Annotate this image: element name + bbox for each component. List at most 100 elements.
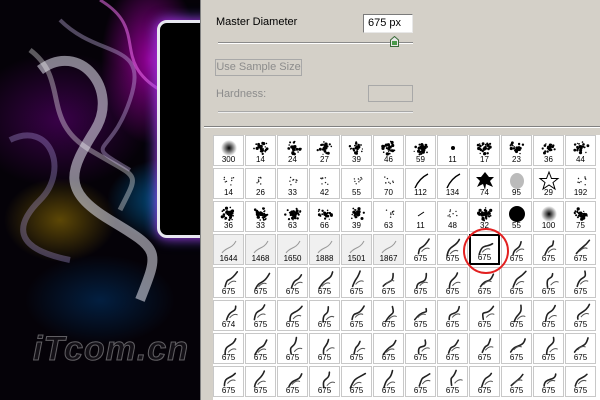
brush-preset-cell[interactable]: 17: [469, 135, 500, 166]
brush-size-label: 675: [285, 287, 300, 296]
brush-preset-cell[interactable]: 675: [341, 366, 372, 397]
brush-preset-cell[interactable]: 675: [245, 300, 276, 331]
brush-preset-cell[interactable]: 70: [373, 168, 404, 199]
brush-preset-cell[interactable]: 11: [437, 135, 468, 166]
brush-preset-cell[interactable]: 675: [469, 333, 500, 364]
brush-preset-cell[interactable]: 675: [565, 300, 596, 331]
brush-preset-cell[interactable]: 23: [501, 135, 532, 166]
brush-preset-cell[interactable]: 36: [533, 135, 564, 166]
brush-preset-cell[interactable]: 675: [373, 300, 404, 331]
brush-preset-cell[interactable]: 36: [213, 201, 244, 232]
brush-preset-cell[interactable]: 75: [565, 201, 596, 232]
brush-preset-cell[interactable]: 48: [437, 201, 468, 232]
brush-preset-cell[interactable]: 675: [437, 366, 468, 397]
hardness-input[interactable]: [368, 85, 413, 102]
brush-preset-cell[interactable]: 675: [501, 267, 532, 298]
brush-preset-cell[interactable]: 675: [309, 267, 340, 298]
brush-preset-cell[interactable]: 675: [469, 300, 500, 331]
brush-preset-cell[interactable]: 675: [245, 267, 276, 298]
brush-preset-cell[interactable]: 95: [501, 168, 532, 199]
brush-preset-cell[interactable]: 675: [405, 267, 436, 298]
brush-preset-cell[interactable]: 33: [245, 201, 276, 232]
brush-size-label: 1867: [379, 254, 398, 263]
brush-preset-cell[interactable]: 675: [565, 366, 596, 397]
brush-preset-cell[interactable]: 1867: [373, 234, 404, 265]
brush-preset-cell[interactable]: 675: [245, 333, 276, 364]
brush-preset-cell[interactable]: 675: [373, 333, 404, 364]
brush-preset-cell[interactable]: 675: [245, 366, 276, 397]
brush-preset-cell[interactable]: 55: [341, 168, 372, 199]
brush-preset-cell[interactable]: 100: [533, 201, 564, 232]
brush-preset-cell[interactable]: 33: [277, 168, 308, 199]
brush-preset-cell[interactable]: 27: [309, 135, 340, 166]
brush-preset-cell[interactable]: 192: [565, 168, 596, 199]
brush-preset-cell[interactable]: 675: [341, 267, 372, 298]
brush-preset-cell[interactable]: 300: [213, 135, 244, 166]
brush-preset-cell[interactable]: 39: [341, 135, 372, 166]
brush-preset-cell[interactable]: 675: [309, 366, 340, 397]
brush-preset-cell[interactable]: 675: [213, 267, 244, 298]
brush-preset-cell[interactable]: 63: [373, 201, 404, 232]
brush-preset-cell[interactable]: 63: [277, 201, 308, 232]
brush-preset-cell[interactable]: 675: [533, 234, 564, 265]
brush-preset-cell[interactable]: 675: [437, 300, 468, 331]
brush-preset-cell[interactable]: 675: [277, 366, 308, 397]
brush-preset-cell[interactable]: 675: [341, 333, 372, 364]
brush-preset-cell[interactable]: 55: [501, 201, 532, 232]
brush-preset-cell[interactable]: 674: [213, 300, 244, 331]
brush-preset-cell[interactable]: 675: [277, 300, 308, 331]
brush-preset-cell[interactable]: 675: [213, 333, 244, 364]
brush-preset-cell[interactable]: 675: [533, 333, 564, 364]
brush-preset-cell[interactable]: 675: [565, 234, 596, 265]
brush-preset-cell[interactable]: 1501: [341, 234, 372, 265]
brush-preset-cell[interactable]: 46: [373, 135, 404, 166]
brush-preset-cell[interactable]: 675: [309, 300, 340, 331]
brush-preset-cell[interactable]: 11: [405, 201, 436, 232]
slider-thumb-icon[interactable]: [389, 36, 399, 47]
brush-preset-cell[interactable]: 675: [373, 267, 404, 298]
brush-preset-cell[interactable]: 44: [565, 135, 596, 166]
brush-preset-cell[interactable]: 675: [341, 300, 372, 331]
brush-preset-cell[interactable]: 112: [405, 168, 436, 199]
brush-preset-cell[interactable]: 675: [501, 300, 532, 331]
brush-preset-cell[interactable]: 1644: [213, 234, 244, 265]
brush-preset-cell[interactable]: 39: [341, 201, 372, 232]
brush-preset-cell[interactable]: 675: [373, 366, 404, 397]
brush-preset-cell[interactable]: 675: [405, 300, 436, 331]
brush-preset-cell[interactable]: 675: [405, 333, 436, 364]
brush-preset-cell[interactable]: 675: [533, 267, 564, 298]
brush-preset-cell[interactable]: 14: [245, 135, 276, 166]
brush-preset-cell[interactable]: 675: [277, 333, 308, 364]
brush-preset-cell[interactable]: 14: [213, 168, 244, 199]
brush-preset-cell[interactable]: 24: [277, 135, 308, 166]
brush-preset-cell[interactable]: 29: [533, 168, 564, 199]
brush-preset-cell[interactable]: 675: [501, 333, 532, 364]
brush-preset-cell[interactable]: 675: [533, 366, 564, 397]
master-diameter-slider[interactable]: [218, 42, 413, 44]
brush-preset-cell[interactable]: 675: [469, 366, 500, 397]
brush-preset-cell[interactable]: 675: [437, 267, 468, 298]
hardness-slider[interactable]: [218, 111, 413, 113]
brush-preset-cell[interactable]: 59: [405, 135, 436, 166]
brush-preset-cell[interactable]: 134: [437, 168, 468, 199]
brush-preset-cell[interactable]: 675: [213, 366, 244, 397]
brush-preset-cell[interactable]: 675: [565, 333, 596, 364]
brush-preset-cell[interactable]: 675: [405, 366, 436, 397]
brush-preset-cell[interactable]: 42: [309, 168, 340, 199]
brush-preset-cell[interactable]: 26: [245, 168, 276, 199]
document-canvas[interactable]: iTcom.cn: [0, 0, 205, 400]
brush-preset-cell[interactable]: 675: [277, 267, 308, 298]
brush-preset-cell[interactable]: 675: [405, 234, 436, 265]
master-diameter-input[interactable]: 675 px: [363, 14, 413, 33]
use-sample-size-button[interactable]: Use Sample Size: [215, 59, 302, 76]
brush-preset-cell[interactable]: 675: [437, 333, 468, 364]
brush-preset-cell[interactable]: 675: [565, 267, 596, 298]
brush-preset-cell[interactable]: 74: [469, 168, 500, 199]
brush-preset-cell[interactable]: 66: [309, 201, 340, 232]
brush-preset-cell[interactable]: 1888: [309, 234, 340, 265]
brush-preset-cell[interactable]: 675: [533, 300, 564, 331]
brush-preset-cell[interactable]: 1650: [277, 234, 308, 265]
brush-preset-cell[interactable]: 1468: [245, 234, 276, 265]
brush-preset-cell[interactable]: 675: [309, 333, 340, 364]
brush-preset-cell[interactable]: 675: [501, 366, 532, 397]
